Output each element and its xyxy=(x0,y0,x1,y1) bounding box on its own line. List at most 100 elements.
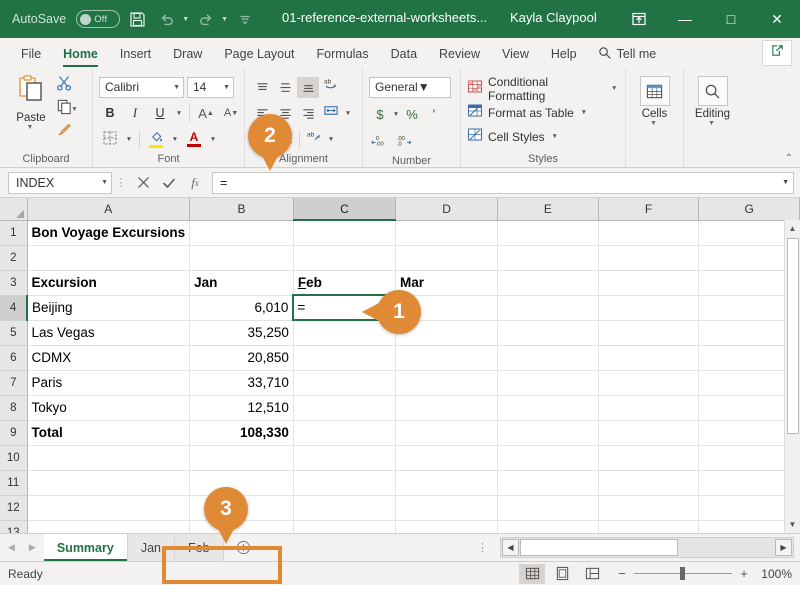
sheet-tab-summary[interactable]: Summary xyxy=(44,534,128,561)
undo-dropdown-caret-icon[interactable]: ▼ xyxy=(182,16,189,23)
cell-E2[interactable] xyxy=(498,245,599,270)
tab-formulas[interactable]: Formulas xyxy=(306,40,380,68)
cell-F6[interactable] xyxy=(598,345,699,370)
underline-button[interactable]: U xyxy=(149,103,171,124)
cell-F4[interactable] xyxy=(598,295,699,320)
cell-F8[interactable] xyxy=(598,395,699,420)
tab-home[interactable]: Home xyxy=(52,40,109,68)
cell-A6[interactable]: CDMX xyxy=(27,345,190,370)
cut-button[interactable] xyxy=(56,75,78,97)
grow-font-button[interactable]: A▲ xyxy=(195,103,217,124)
copy-dropdown-caret-icon[interactable]: ▼ xyxy=(71,106,78,113)
cell-E9[interactable] xyxy=(498,420,599,445)
zoom-slider[interactable] xyxy=(634,573,732,574)
cell-D2[interactable] xyxy=(395,245,497,270)
cell-B11[interactable] xyxy=(190,470,294,495)
cell-B10[interactable] xyxy=(190,445,294,470)
fill-color-dropdown-caret-icon[interactable]: ▼ xyxy=(170,136,180,143)
font-name-combo[interactable]: Calibri ▼ xyxy=(99,77,184,98)
cells-dropdown-caret-icon[interactable]: ▼ xyxy=(650,120,657,127)
page-break-preview-icon[interactable] xyxy=(579,564,605,584)
italic-button[interactable]: I xyxy=(124,103,146,124)
cancel-icon[interactable] xyxy=(130,172,156,194)
tab-review[interactable]: Review xyxy=(428,40,491,68)
row-header-5[interactable]: 5 xyxy=(0,320,27,345)
cell-B1[interactable] xyxy=(190,220,294,245)
sheet-tab-jan[interactable]: Jan xyxy=(128,534,175,561)
zoom-in-button[interactable]: + xyxy=(739,566,749,581)
cell-C9[interactable] xyxy=(293,420,395,445)
cell-C2[interactable] xyxy=(293,245,395,270)
cell-D3[interactable]: Mar xyxy=(395,270,497,295)
save-icon[interactable] xyxy=(124,6,150,32)
user-name[interactable]: Kayla Claypool xyxy=(510,10,597,25)
format-as-table-button[interactable]: Format as Table ▼ xyxy=(467,101,589,124)
cell-B3[interactable]: Jan xyxy=(190,270,294,295)
horizontal-scrollbar[interactable]: ◀ ▶ xyxy=(500,537,794,558)
tab-insert[interactable]: Insert xyxy=(109,40,162,68)
cell-A3[interactable]: Excursion xyxy=(27,270,190,295)
cell-A2[interactable] xyxy=(27,245,190,270)
minimize-button[interactable]: — xyxy=(662,0,708,38)
cell-D8[interactable] xyxy=(395,395,497,420)
zoom-out-button[interactable]: − xyxy=(617,566,627,581)
cell-D11[interactable] xyxy=(395,470,497,495)
percent-style-button[interactable]: % xyxy=(401,104,423,125)
column-header-f[interactable]: F xyxy=(598,198,699,220)
paste-dropdown-caret-icon[interactable]: ▼ xyxy=(27,124,34,131)
cell-A11[interactable] xyxy=(27,470,190,495)
number-format-combo[interactable]: General ▼ xyxy=(369,77,451,98)
cell-D1[interactable] xyxy=(395,220,497,245)
wrap-text-dropdown-caret-icon[interactable]: ▼ xyxy=(343,110,353,117)
undo-icon[interactable] xyxy=(154,6,180,32)
cell-A5[interactable]: Las Vegas xyxy=(27,320,190,345)
tab-split-grip[interactable]: ⋮ xyxy=(471,541,494,554)
cell-C3[interactable]: Feb xyxy=(293,270,395,295)
cell-E5[interactable] xyxy=(498,320,599,345)
row-header-6[interactable]: 6 xyxy=(0,345,27,370)
column-header-b[interactable]: B xyxy=(190,198,294,220)
cell-A10[interactable] xyxy=(27,445,190,470)
font-color-button[interactable]: A xyxy=(183,129,205,150)
cell-E4[interactable] xyxy=(498,295,599,320)
cell-C8[interactable] xyxy=(293,395,395,420)
increase-decimal-button[interactable]: 0.00 xyxy=(369,131,391,152)
cell-A4[interactable]: Beijing xyxy=(27,295,190,320)
tell-me-search[interactable]: Tell me xyxy=(588,40,667,68)
merge-dropdown-caret-icon[interactable]: ▼ xyxy=(326,136,336,143)
cell-E1[interactable] xyxy=(498,220,599,245)
name-box[interactable]: INDEX ▼ xyxy=(8,172,112,194)
cell-E3[interactable] xyxy=(498,270,599,295)
cell-C6[interactable] xyxy=(293,345,395,370)
insert-function-icon[interactable]: fx xyxy=(182,172,208,194)
cell-D7[interactable] xyxy=(395,370,497,395)
cell-C10[interactable] xyxy=(293,445,395,470)
borders-dropdown-caret-icon[interactable]: ▼ xyxy=(124,136,134,143)
scroll-up-icon[interactable]: ▲ xyxy=(785,220,800,237)
cell-C11[interactable] xyxy=(293,470,395,495)
close-button[interactable]: ✕ xyxy=(754,0,800,38)
cell-F10[interactable] xyxy=(598,445,699,470)
redo-dropdown-caret-icon[interactable]: ▼ xyxy=(221,16,228,23)
align-bottom-button[interactable] xyxy=(297,77,319,98)
chevron-down-icon[interactable]: ▼ xyxy=(609,85,619,92)
cell-E12[interactable] xyxy=(498,495,599,520)
cell-E6[interactable] xyxy=(498,345,599,370)
align-right-button[interactable] xyxy=(297,103,319,124)
redo-icon[interactable] xyxy=(193,6,219,32)
tab-file[interactable]: File xyxy=(10,40,52,68)
next-sheet-icon[interactable]: ▶ xyxy=(29,542,36,553)
row-header-12[interactable]: 12 xyxy=(0,495,27,520)
row-header-2[interactable]: 2 xyxy=(0,245,27,270)
previous-sheet-icon[interactable]: ◀ xyxy=(8,542,15,553)
cell-E11[interactable] xyxy=(498,470,599,495)
cell-A8[interactable]: Tokyo xyxy=(27,395,190,420)
cell-E7[interactable] xyxy=(498,370,599,395)
cell-F7[interactable] xyxy=(598,370,699,395)
scroll-left-icon[interactable]: ◀ xyxy=(502,539,519,556)
column-header-e[interactable]: E xyxy=(498,198,599,220)
cell-A1[interactable]: Bon Voyage Excursions xyxy=(27,220,190,245)
cell-D10[interactable] xyxy=(395,445,497,470)
cell-styles-button[interactable]: Cell Styles ▼ xyxy=(467,125,560,148)
chevron-down-icon[interactable]: ▼ xyxy=(579,109,589,116)
